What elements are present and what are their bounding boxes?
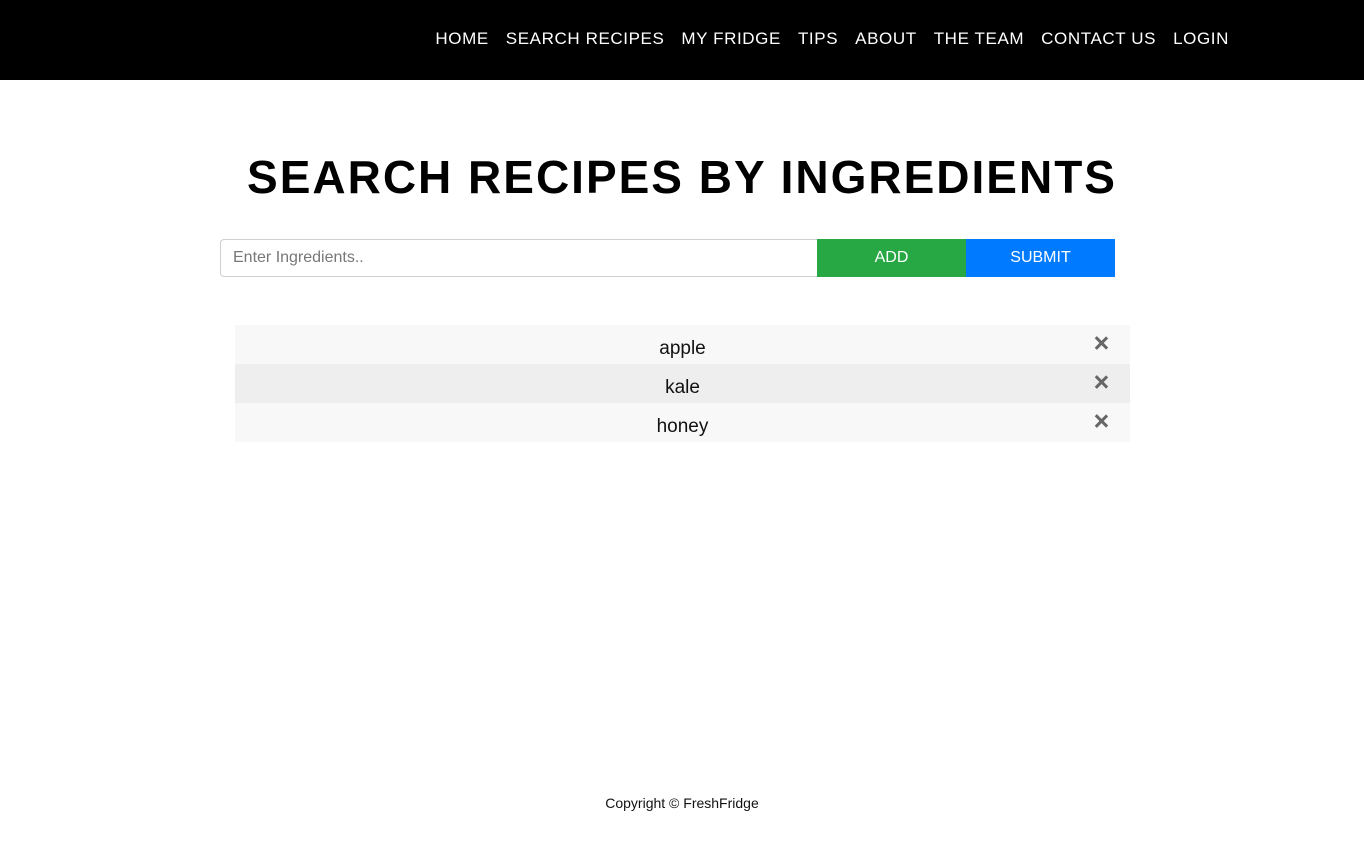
ingredient-list: apple kale honey xyxy=(235,325,1130,442)
footer: Copyright © FreshFridge xyxy=(0,795,1364,811)
ingredient-name: apple xyxy=(659,338,706,359)
nav-item-the-team[interactable]: THE TEAM xyxy=(934,28,1024,50)
ingredient-search-bar: ADD SUBMIT xyxy=(220,239,1115,277)
nav-item-login[interactable]: LOGIN xyxy=(1173,28,1229,50)
ingredient-item: kale xyxy=(235,364,1130,403)
top-navbar: HOME SEARCH RECIPES MY FRIDGE TIPS ABOUT… xyxy=(0,0,1364,80)
close-icon[interactable] xyxy=(1094,336,1108,350)
nav-item-contact-us[interactable]: CONTACT US xyxy=(1041,28,1156,50)
ingredient-name: kale xyxy=(665,377,700,398)
copyright-text: Copyright © FreshFridge xyxy=(605,795,759,811)
nav-item-tips[interactable]: TIPS xyxy=(798,28,838,50)
submit-button[interactable]: SUBMIT xyxy=(966,239,1115,277)
ingredient-item: honey xyxy=(235,403,1130,442)
nav-item-about[interactable]: ABOUT xyxy=(855,28,917,50)
nav-item-my-fridge[interactable]: MY FRIDGE xyxy=(681,28,781,50)
add-button[interactable]: ADD xyxy=(817,239,966,277)
nav-item-home[interactable]: HOME xyxy=(435,28,488,50)
close-icon[interactable] xyxy=(1094,414,1108,428)
page-title: SEARCH RECIPES BY INGREDIENTS xyxy=(247,151,1117,203)
nav-item-search-recipes[interactable]: SEARCH RECIPES xyxy=(506,28,665,50)
ingredient-name: honey xyxy=(656,416,709,437)
ingredient-input[interactable] xyxy=(220,239,817,277)
ingredient-item: apple xyxy=(235,325,1130,364)
nav-menu: HOME SEARCH RECIPES MY FRIDGE TIPS ABOUT… xyxy=(435,28,1229,50)
close-icon[interactable] xyxy=(1094,375,1108,389)
